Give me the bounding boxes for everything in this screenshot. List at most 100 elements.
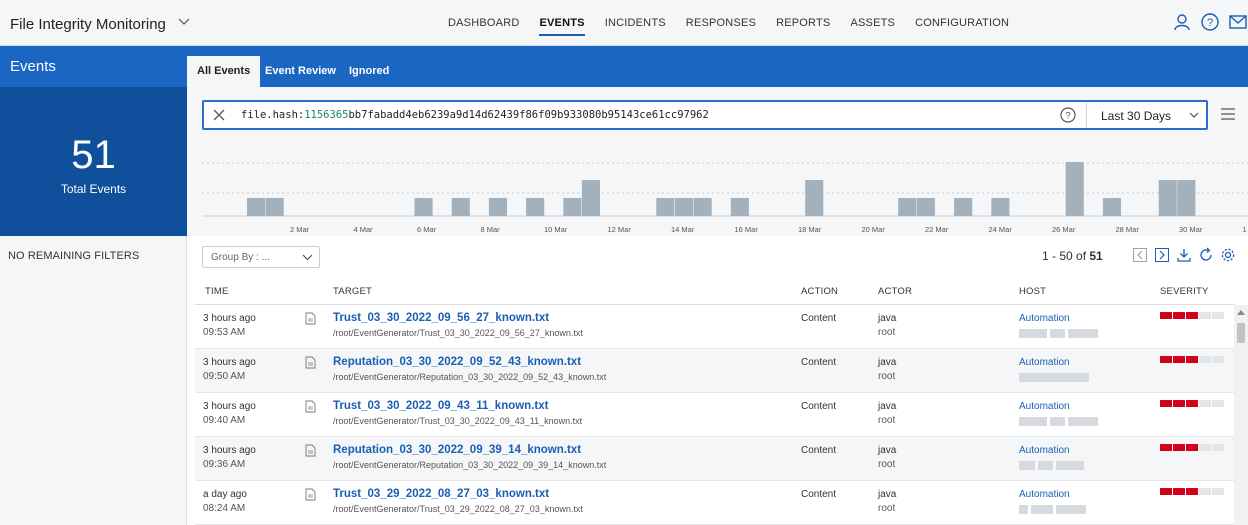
pager-total: 51 — [1089, 249, 1103, 263]
event-action: Content — [801, 313, 837, 324]
histogram-bar[interactable] — [265, 198, 284, 216]
date-range-select[interactable]: Last 30 Days — [1101, 109, 1171, 123]
user-icon[interactable] — [1172, 12, 1192, 32]
search-query[interactable]: file.hash:1156365bb7fabadd4eb6239a9d14d6… — [241, 109, 709, 121]
group-by-select[interactable]: Group By : ... — [202, 246, 320, 268]
next-page-icon[interactable] — [1154, 247, 1170, 263]
histogram-bar[interactable] — [247, 198, 266, 216]
event-actor-user: root — [878, 371, 896, 382]
left-panel-title: Events — [10, 58, 56, 75]
scroll-up-icon[interactable] — [1237, 309, 1245, 315]
chevron-down-icon[interactable] — [177, 14, 191, 28]
table-row[interactable]: 3 hours ago 09:53 AM Trust_03_30_2022_09_5… — [195, 305, 1235, 349]
help-icon[interactable]: ? — [1200, 12, 1220, 32]
prev-page-icon[interactable] — [1132, 247, 1148, 263]
hamburger-menu-icon[interactable] — [1221, 108, 1235, 120]
histogram-bar[interactable] — [693, 198, 712, 216]
histogram-bar[interactable] — [451, 198, 470, 216]
column-header-action[interactable]: ACTION — [801, 286, 838, 297]
histogram-bar[interactable] — [563, 198, 582, 216]
event-time: 09:53 AM — [203, 327, 246, 338]
histogram-bar[interactable] — [954, 198, 973, 216]
tab-all-events[interactable]: All Events — [187, 56, 261, 87]
event-target-name[interactable]: Reputation_03_30_2022_09_39_14_known.txt — [333, 444, 581, 456]
nav-configuration[interactable]: CONFIGURATION — [905, 17, 1019, 29]
severity-segment — [1186, 488, 1198, 495]
severity-segment — [1173, 444, 1185, 451]
histogram-bar[interactable] — [898, 198, 917, 216]
event-host-link[interactable]: Automation — [1019, 357, 1070, 368]
event-host-link[interactable]: Automation — [1019, 489, 1070, 500]
histogram-date-label: 20 Mar — [861, 225, 885, 234]
histogram-bar[interactable] — [1102, 198, 1121, 216]
histogram-bar[interactable] — [526, 198, 545, 216]
event-target-name[interactable]: Trust_03_30_2022_09_56_27_known.txt — [333, 312, 549, 324]
refresh-icon[interactable] — [1198, 247, 1214, 263]
histogram-bar[interactable] — [991, 198, 1010, 216]
event-time-relative: 3 hours ago — [203, 401, 256, 412]
nav-responses[interactable]: RESPONSES — [676, 17, 766, 29]
nav-reports[interactable]: REPORTS — [766, 17, 840, 29]
severity-segment — [1199, 444, 1211, 451]
tab-ignored[interactable]: Ignored — [339, 56, 399, 87]
histogram-bar[interactable] — [730, 198, 749, 216]
event-time: 09:40 AM — [203, 415, 246, 426]
no-filters-text: NO REMAINING FILTERS — [8, 250, 140, 262]
column-header-host[interactable]: HOST — [1019, 286, 1046, 297]
event-host-link[interactable]: Automation — [1019, 313, 1070, 324]
event-actor-user: root — [878, 327, 896, 338]
total-events-count: 51 — [71, 133, 116, 177]
histogram-bar[interactable] — [916, 198, 935, 216]
event-target-name[interactable]: Trust_03_30_2022_09_43_11_known.txt — [333, 400, 548, 412]
histogram-bar[interactable] — [1177, 180, 1196, 216]
severity-segment — [1173, 400, 1185, 407]
histogram-bar[interactable] — [1065, 162, 1084, 216]
histogram-bar[interactable] — [675, 198, 694, 216]
tab-event-review[interactable]: Event Review — [255, 56, 346, 87]
settings-gear-icon[interactable] — [1220, 247, 1236, 263]
query-help-icon[interactable]: ? — [1059, 106, 1077, 124]
query-hash-highlight: 1156365 — [304, 109, 349, 121]
event-target-name[interactable]: Reputation_03_30_2022_09_52_43_known.txt — [333, 356, 581, 368]
file-icon — [305, 400, 316, 413]
table-row[interactable]: 3 hours ago 09:40 AM Trust_03_30_2022_09_4… — [195, 393, 1235, 437]
column-header-actor[interactable]: ACTOR — [878, 286, 912, 297]
histogram-bar[interactable] — [414, 198, 433, 216]
severity-segment — [1212, 356, 1224, 363]
nav-incidents[interactable]: INCIDENTS — [595, 17, 676, 29]
column-header-time[interactable]: TIME — [205, 286, 229, 297]
column-header-severity[interactable]: SEVERITY — [1160, 286, 1209, 297]
event-time: 08:24 AM — [203, 503, 246, 514]
column-header-target[interactable]: TARGET — [333, 286, 372, 297]
histogram-bar[interactable] — [581, 180, 600, 216]
severity-meter — [1160, 312, 1224, 319]
event-host-link[interactable]: Automation — [1019, 445, 1070, 456]
scrollbar-thumb[interactable] — [1237, 323, 1245, 343]
table-row[interactable]: 3 hours ago 09:36 AM Reputation_03_30_2022… — [195, 437, 1235, 481]
clear-search-icon[interactable] — [212, 108, 226, 122]
histogram-bar[interactable] — [656, 198, 675, 216]
nav-events[interactable]: EVENTS — [529, 17, 594, 36]
chevron-down-icon[interactable] — [1188, 109, 1200, 121]
histogram-bar[interactable] — [805, 180, 824, 216]
event-time-relative: 3 hours ago — [203, 313, 256, 324]
table-scrollbar[interactable] — [1234, 305, 1248, 525]
histogram-bar[interactable] — [488, 198, 507, 216]
app-title[interactable]: File Integrity Monitoring — [10, 16, 166, 33]
nav-assets[interactable]: ASSETS — [840, 17, 905, 29]
histogram-bar[interactable] — [1158, 180, 1177, 216]
severity-segment — [1160, 400, 1172, 407]
search-input[interactable]: file.hash:1156365bb7fabadd4eb6239a9d14d6… — [202, 100, 1208, 130]
event-host-link[interactable]: Automation — [1019, 401, 1070, 412]
table-row[interactable]: 3 hours ago 09:50 AM Reputation_03_30_2022… — [195, 349, 1235, 393]
histogram-date-label: 8 Mar — [480, 225, 500, 234]
event-target-name[interactable]: Trust_03_29_2022_08_27_03_known.txt — [333, 488, 549, 500]
table-row[interactable]: a day ago 08:24 AM Trust_03_29_2022_08_27_… — [195, 481, 1235, 525]
histogram-date-label: 26 Mar — [1052, 225, 1076, 234]
mail-icon[interactable] — [1228, 12, 1248, 32]
events-table-area: Group By : ... 1 - 50 of 51 TIME TARGET … — [187, 236, 1248, 525]
download-icon[interactable] — [1176, 247, 1192, 263]
search-divider — [1086, 102, 1087, 128]
nav-dashboard[interactable]: DASHBOARD — [438, 17, 529, 29]
histogram-date-label: 24 Mar — [988, 225, 1012, 234]
